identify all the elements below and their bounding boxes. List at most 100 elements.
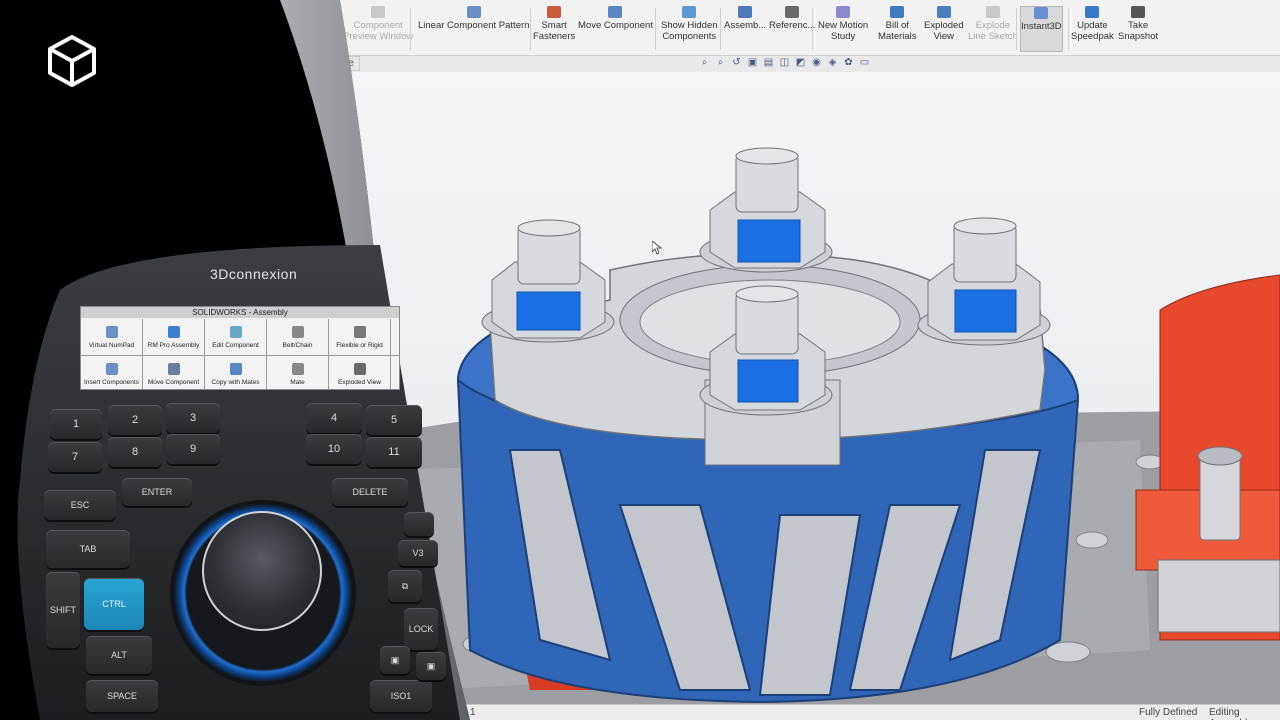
ribbon-explode-line-button: Explode Line Sketch [968,6,1018,52]
lcd-shortcut-label: Move Component [147,378,200,386]
key-fit-icon[interactable]: ⧉ [388,570,422,602]
ribbon-preview-window-button: Component Preview Window [343,6,413,52]
edit-appearance-icon[interactable]: ◈ [826,57,839,68]
zoom-to-fit-icon[interactable]: ⌕ [698,57,711,68]
lcd-shortcut-label: Virtual NumPad [88,341,135,349]
lcd-shortcut-1[interactable]: Virtual NumPad [81,319,142,355]
key-iso1[interactable]: ISO1 [370,680,432,712]
key-2[interactable]: 2 [108,405,162,435]
linear-pattern-icon [466,6,481,18]
key-enter[interactable]: ENTER [122,478,192,506]
ribbon-exploded-view-button[interactable]: Exploded View [924,6,964,52]
ribbon-label: Component Preview Window [343,20,414,42]
ribbon-instant3d-button[interactable]: Instant3D [1020,6,1063,52]
key-rotation-lock[interactable]: LOCK [404,608,438,650]
move-component-icon [608,6,623,18]
reference-geometry-icon [785,6,800,18]
lcd-shortcut-10[interactable]: Mate [267,356,328,389]
key-9[interactable]: 9 [166,434,220,464]
lcd-shortcut-icon [167,325,180,338]
ribbon-separator [655,8,656,50]
lcd-shortcut-4[interactable]: Belt/Chain [267,319,328,355]
key-delete[interactable]: DELETE [332,478,408,506]
key-1[interactable]: 1 [50,409,102,439]
key-space[interactable]: SPACE [86,680,158,712]
ribbon-separator [812,8,813,50]
dynamic-annotation-icon[interactable]: ▤ [762,57,775,68]
exploded-view-icon [936,6,951,18]
ribbon-show-hidden-button[interactable]: Show Hidden Components [661,6,718,52]
ribbon-label: Bill of Materials [878,20,917,42]
view-settings-icon[interactable]: ▭ [858,57,871,68]
key-alt[interactable]: ALT [86,636,152,674]
key-11[interactable]: 11 [366,437,422,467]
ribbon-label: Move Component [578,20,653,31]
previous-view-icon[interactable]: ↺ [730,57,743,68]
section-view-icon[interactable]: ▣ [746,57,759,68]
lcd-shortcut-7[interactable]: Insert Components [81,356,142,389]
lcd-shortcut-label: RM Pro Assembly [147,341,200,349]
ribbon-label: Assemb... [724,20,767,31]
ribbon-assembly-features-button[interactable]: Assemb... [724,6,766,52]
key-esc[interactable]: ESC [44,490,116,520]
ribbon-smart-fasteners-button[interactable]: Smart Fasteners [533,6,575,52]
lcd-shortcut-3[interactable]: Edit Component [205,319,266,355]
lcd-shortcut-icon [105,362,118,375]
key-shift[interactable]: SHIFT [46,572,80,648]
ribbon-separator [410,8,411,50]
ribbon-reference-geometry-button[interactable]: Referenc... [769,6,815,52]
ribbon-label: Smart Fasteners [533,20,576,42]
ribbon-separator [530,8,531,50]
preview-window-icon [371,6,386,18]
key-5[interactable]: 5 [366,405,422,435]
lcd-title: SOLIDWORKS - Assembly [81,307,399,318]
ribbon-bom-button[interactable]: Bill of Materials [878,6,917,52]
ribbon-label: Show Hidden Components [661,20,718,42]
lcd-shortcut-icon [291,362,304,375]
ribbon-linear-pattern-button[interactable]: Linear Component Pattern [418,6,529,52]
lcd-shortcut-8[interactable]: Move Component [143,356,204,389]
lcd-shortcut-icon [229,325,242,338]
lcd-shortcut-label: Belt/Chain [282,341,313,349]
lcd-shortcut-5[interactable]: Flexible or Rigid [329,319,390,355]
nut-right [917,217,1051,346]
lcd-shortcut-12[interactable]: Explo... [391,356,399,389]
lcd-shortcut-icon [353,362,366,375]
key-ctrl[interactable]: CTRL [84,578,144,630]
lcd-shortcut-label: Exploded View [338,378,381,386]
lcd-grid: Virtual NumPad RM Pro Assembly Edit Compon… [81,319,399,389]
ribbon-snapshot-button[interactable]: Take Snapshot [1118,6,1158,52]
key-3[interactable]: 3 [166,403,220,433]
explode-line-icon [985,6,1000,18]
display-style-icon[interactable]: ◩ [794,57,807,68]
key-10[interactable]: 10 [306,434,362,464]
3dconnexion-logo-icon [48,35,96,87]
device-brand-label: 3Dconnexion [210,266,298,282]
lcd-shortcut-11[interactable]: Exploded View [329,356,390,389]
lcd-shortcut-9[interactable]: Copy with Mates [205,356,266,389]
key-7[interactable]: 7 [48,442,102,472]
lcd-shortcut-6[interactable]: Ins... [391,319,399,355]
hide-show-items-icon[interactable]: ◉ [810,57,823,68]
key-4[interactable]: 4 [306,403,362,433]
assembly-model [340,147,1280,704]
motion-study-icon [836,6,851,18]
key-view-v3[interactable]: V3 [398,540,438,566]
view-orientation-icon[interactable]: ◫ [778,57,791,68]
ribbon-move-component-button[interactable]: Move Component [578,6,653,52]
ribbon-speedpak-button[interactable]: Update Speedpak [1071,6,1114,52]
ribbon-label: Update Speedpak [1071,20,1114,42]
key-view-top-icon[interactable]: ▣ [380,646,410,674]
key-view-front-icon[interactable]: ▣ [416,652,446,680]
zoom-area-icon[interactable]: ⌕ [714,57,727,68]
key-8[interactable]: 8 [108,437,162,467]
speedpak-icon [1085,6,1100,18]
ribbon-motion-study-button[interactable]: New Motion Study [818,6,868,52]
key-tab[interactable]: TAB [46,530,130,568]
apply-scene-icon[interactable]: ✿ [842,57,855,68]
graphics-area[interactable] [340,72,1280,704]
key-extra[interactable] [404,512,434,536]
6dof-controller-cap[interactable] [202,511,322,631]
lcd-shortcut-icon [229,362,242,375]
lcd-shortcut-2[interactable]: RM Pro Assembly [143,319,204,355]
